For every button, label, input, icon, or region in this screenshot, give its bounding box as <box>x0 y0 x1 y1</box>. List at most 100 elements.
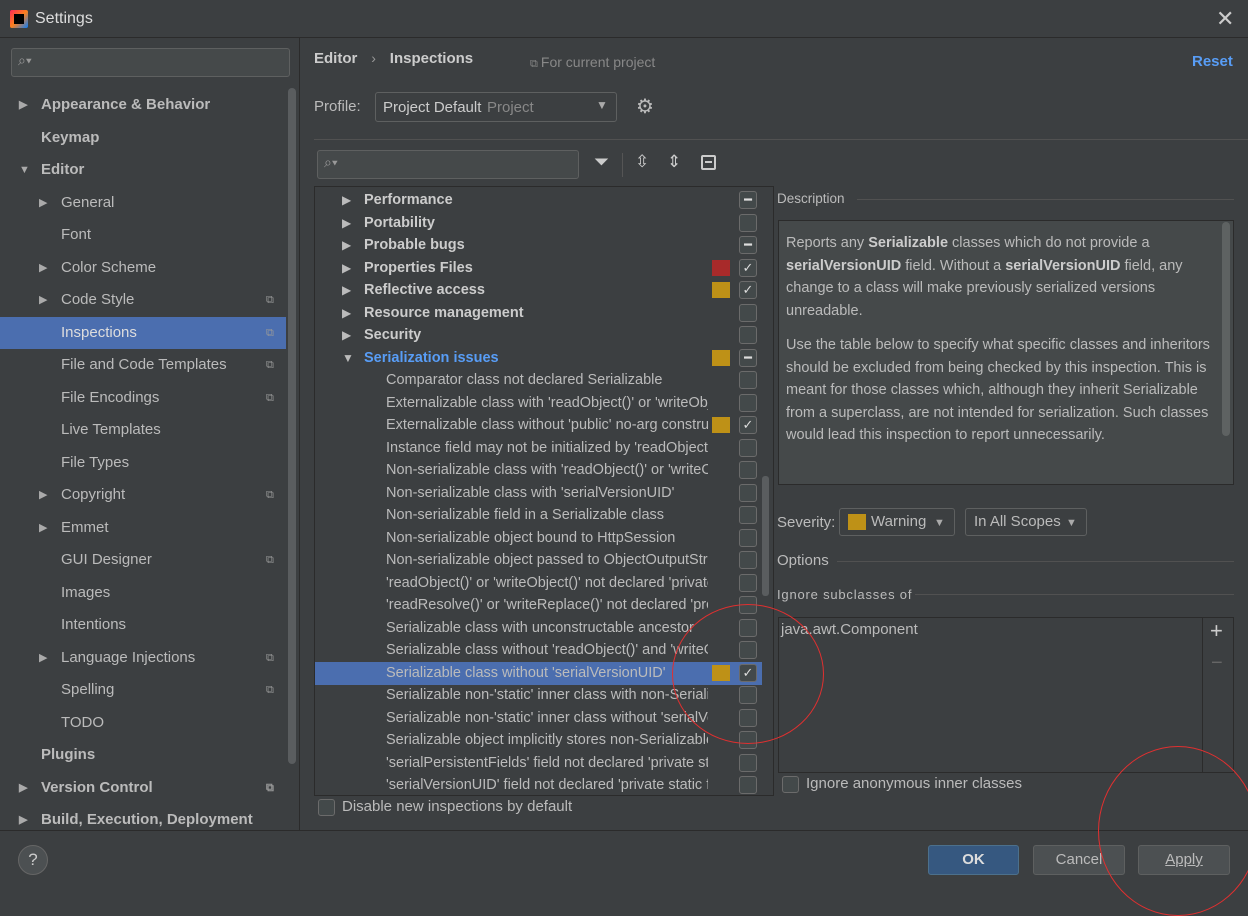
sidebar-scrollbar[interactable] <box>288 88 296 764</box>
sidebar-item-code-style[interactable]: ▶ Code Style ⧉ <box>0 284 286 316</box>
apply-button[interactable]: Apply <box>1138 845 1230 875</box>
inspection-checkbox[interactable] <box>739 371 757 389</box>
inspection-checkbox[interactable]: ━ <box>739 348 757 367</box>
inspection-checkbox[interactable] <box>739 393 757 412</box>
inspection-checkbox[interactable] <box>739 506 757 524</box>
inspection-row[interactable]: Serializable object implicitly stores no… <box>315 729 762 752</box>
inspection-row[interactable]: Non-serializable object bound to HttpSes… <box>315 527 762 550</box>
inspection-group[interactable]: ▶ Reflective access ✓ <box>315 279 762 302</box>
inspection-row[interactable]: Non-serializable field in a Serializable… <box>315 504 762 527</box>
sidebar-item-emmet[interactable]: ▶ Emmet <box>0 512 286 544</box>
inspection-row[interactable]: Serializable non-'static' inner class wi… <box>315 684 762 707</box>
chevron-right-icon[interactable]: ▶ <box>39 187 47 219</box>
reset-to-default-icon[interactable] <box>701 155 716 170</box>
inspection-row[interactable]: Non-serializable class with 'readObject(… <box>315 459 762 482</box>
inspection-checkbox[interactable]: ✓ <box>739 416 757 434</box>
inspection-checkbox[interactable]: ✓ <box>739 663 757 682</box>
severity-dropdown[interactable]: Warning ▼ <box>839 508 955 536</box>
inspection-row[interactable]: Externalizable class with 'readObject()'… <box>315 392 762 415</box>
inspection-checkbox[interactable] <box>739 708 757 727</box>
description-scrollbar[interactable] <box>1222 222 1230 436</box>
sidebar-item-gui-designer[interactable]: GUI Designer ⧉ <box>0 544 286 576</box>
sidebar-item-font[interactable]: Font <box>0 219 286 251</box>
inspection-checkbox[interactable]: ✓ <box>739 258 757 277</box>
sidebar-item-general[interactable]: ▶ General <box>0 187 286 219</box>
ignore-subclasses-list[interactable]: java.awt.Component <box>778 617 1234 773</box>
inspection-checkbox[interactable] <box>739 483 757 502</box>
inspection-group[interactable]: ▶ Resource management <box>315 302 762 325</box>
inspection-row[interactable]: Serializable class with unconstructable … <box>315 617 762 640</box>
inspection-checkbox[interactable] <box>739 618 757 637</box>
sidebar-search-input[interactable]: ⌕▾ <box>11 48 290 77</box>
inspection-checkbox[interactable] <box>739 438 757 457</box>
sidebar-item-todo[interactable]: TODO <box>0 707 286 739</box>
cancel-button[interactable]: Cancel <box>1033 845 1125 875</box>
inspection-search-input[interactable]: ⌕▾ <box>317 150 579 179</box>
inspection-checkbox[interactable] <box>739 731 757 749</box>
ok-button[interactable]: OK <box>928 845 1019 875</box>
chevron-right-icon[interactable]: ▶ <box>342 234 351 257</box>
inspection-group[interactable]: ▼ Serialization issues ━ <box>315 347 762 370</box>
sidebar-item-intentions[interactable]: Intentions <box>0 609 286 641</box>
chevron-down-icon[interactable]: ▼ <box>19 154 30 186</box>
chevron-right-icon[interactable]: ▶ <box>342 257 351 280</box>
add-icon[interactable]: + <box>1210 618 1223 644</box>
inspection-group[interactable]: ▶ Security <box>315 324 762 347</box>
chevron-right-icon[interactable]: ▶ <box>39 252 47 284</box>
inspection-row[interactable]: Externalizable class without 'public' no… <box>315 414 762 437</box>
inspection-row[interactable]: Instance field may not be initialized by… <box>315 437 762 460</box>
inspection-row[interactable]: Serializable class without 'readObject()… <box>315 639 762 662</box>
inspection-checkbox[interactable] <box>739 776 757 794</box>
inspection-checkbox[interactable] <box>739 528 757 547</box>
sidebar-item-color-scheme[interactable]: ▶ Color Scheme <box>0 252 286 284</box>
inspection-checkbox[interactable] <box>739 686 757 704</box>
inspection-group[interactable]: ▶ Properties Files ✓ <box>315 257 762 280</box>
chevron-right-icon[interactable]: ▶ <box>19 772 27 804</box>
chevron-right-icon[interactable]: ▶ <box>39 642 47 674</box>
tree-scrollbar[interactable] <box>762 476 769 596</box>
sidebar-item-file-types[interactable]: File Types <box>0 447 286 479</box>
chevron-right-icon[interactable]: ▶ <box>342 324 351 347</box>
close-icon[interactable]: ✕ <box>1216 6 1234 32</box>
inspection-checkbox[interactable] <box>739 641 757 659</box>
inspection-checkbox[interactable] <box>739 573 757 592</box>
list-item[interactable]: java.awt.Component <box>781 621 918 638</box>
sidebar-item-plugins[interactable]: Plugins <box>0 739 286 771</box>
ignore-anonymous-checkbox[interactable] <box>782 776 799 793</box>
filter-icon[interactable]: ⏷ <box>594 152 609 174</box>
remove-icon[interactable]: − <box>1211 652 1223 675</box>
inspection-row[interactable]: 'serialVersionUID' field not declared 'p… <box>315 774 762 795</box>
chevron-down-icon[interactable]: ▼ <box>342 347 354 370</box>
inspection-checkbox[interactable] <box>739 461 757 479</box>
inspection-row[interactable]: Non-serializable object passed to Object… <box>315 549 762 572</box>
chevron-right-icon[interactable]: ▶ <box>19 89 27 121</box>
sidebar-item-appearance-behavior[interactable]: ▶ Appearance & Behavior <box>0 89 286 121</box>
scope-dropdown[interactable]: In All Scopes ▼ <box>965 508 1087 536</box>
sidebar-item-file-encodings[interactable]: File Encodings ⧉ <box>0 382 286 414</box>
disable-new-checkbox[interactable] <box>318 799 335 816</box>
help-button[interactable]: ? <box>18 845 48 875</box>
inspection-row[interactable]: Serializable non-'static' inner class wi… <box>315 707 762 730</box>
sidebar-item-version-control[interactable]: ▶ Version Control ⧉ <box>0 772 286 804</box>
inspection-group[interactable]: ▶ Probable bugs ━ <box>315 234 762 257</box>
inspection-checkbox[interactable] <box>739 753 757 772</box>
inspection-row[interactable]: 'readResolve()' or 'writeReplace()' not … <box>315 594 762 617</box>
inspection-row[interactable]: 'readObject()' or 'writeObject()' not de… <box>315 572 762 595</box>
chevron-right-icon[interactable]: ▶ <box>39 284 47 316</box>
inspection-checkbox[interactable] <box>739 551 757 569</box>
gear-icon[interactable]: ⚙ <box>636 94 654 119</box>
sidebar-item-copyright[interactable]: ▶ Copyright ⧉ <box>0 479 286 511</box>
sidebar-item-spelling[interactable]: Spelling ⧉ <box>0 674 286 706</box>
sidebar-item-file-and-code-templates[interactable]: File and Code Templates ⧉ <box>0 349 286 381</box>
chevron-right-icon[interactable]: ▶ <box>39 479 47 511</box>
sidebar-item-images[interactable]: Images <box>0 577 286 609</box>
inspection-row[interactable]: 'serialPersistentFields' field not decla… <box>315 752 762 775</box>
sidebar-item-language-injections[interactable]: ▶ Language Injections ⧉ <box>0 642 286 674</box>
inspection-checkbox[interactable] <box>739 213 757 232</box>
profile-dropdown[interactable]: Project Default Project ▼ <box>375 92 617 122</box>
sidebar-item-keymap[interactable]: Keymap <box>0 122 286 154</box>
chevron-right-icon[interactable]: ▶ <box>342 279 351 302</box>
sidebar-item-live-templates[interactable]: Live Templates <box>0 414 286 446</box>
inspection-checkbox[interactable]: ✓ <box>739 281 757 299</box>
inspection-group[interactable]: ▶ Portability <box>315 212 762 235</box>
